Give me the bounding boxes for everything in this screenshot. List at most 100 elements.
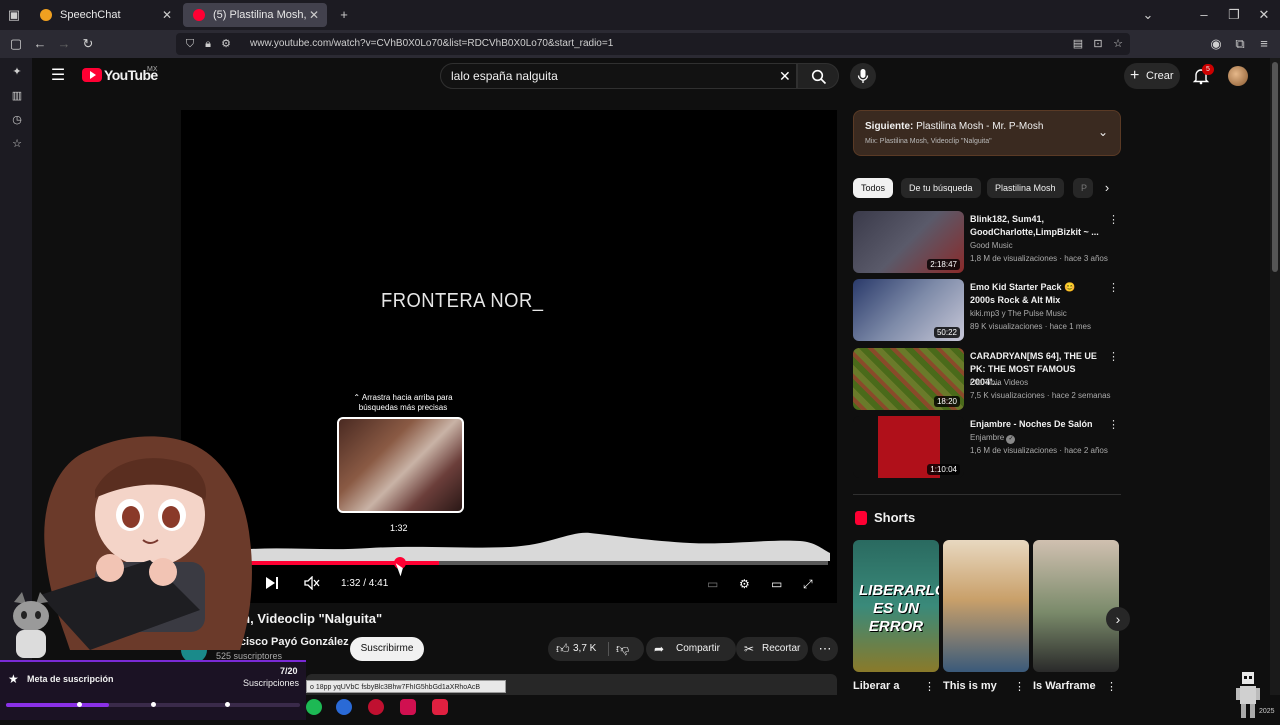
- tab-overflow-chevron-down-icon[interactable]: ⌄: [1140, 7, 1156, 23]
- more-options-icon[interactable]: ⋮: [1108, 213, 1119, 226]
- channel-name[interactable]: Enjambre ✓: [970, 433, 1016, 444]
- clip-button[interactable]: ✂ Recortar: [736, 637, 808, 661]
- app-icon[interactable]: [400, 699, 416, 715]
- subscribe-button[interactable]: Suscribirme: [350, 637, 424, 661]
- minimize-icon[interactable]: –: [1196, 7, 1212, 23]
- close-tab-icon[interactable]: ✕: [309, 3, 319, 27]
- more-actions-icon[interactable]: ⋯: [812, 637, 838, 661]
- next-video-icon[interactable]: [265, 576, 279, 594]
- settings-gear-icon[interactable]: ⚙: [739, 576, 750, 592]
- like-count[interactable]: 3,7 K: [573, 637, 596, 661]
- close-window-icon[interactable]: ✕: [1256, 7, 1272, 23]
- status-link-url: o 18pp yqUVbC fsbyBlc3Bhw7FhIG5hbGd1aXRh…: [306, 680, 506, 693]
- account-icon[interactable]: ◉: [1208, 36, 1224, 52]
- video-title[interactable]: Blink182, Sum41, GoodCharlotte,LimpBizki…: [970, 213, 1102, 239]
- chevron-right-icon[interactable]: ›: [1097, 178, 1117, 198]
- video-thumbnail[interactable]: 2:18:47: [853, 211, 964, 273]
- maximize-icon[interactable]: ❐: [1226, 7, 1242, 23]
- share-button[interactable]: ➦ Compartir: [646, 637, 736, 661]
- history-clock-icon[interactable]: ◷: [9, 112, 25, 128]
- guide-menu-icon[interactable]: ☰: [50, 68, 66, 84]
- chip-plastilina-mosh[interactable]: Plastilina Mosh: [987, 178, 1064, 198]
- reader-view-icon[interactable]: ▤: [1070, 36, 1086, 52]
- list-item[interactable]: 1:10:04 Enjambre - Noches De Salón Enjam…: [853, 416, 1121, 480]
- tab-list-icon[interactable]: ▣: [6, 7, 22, 23]
- more-options-icon[interactable]: ⋮: [1108, 350, 1119, 363]
- scrollbar-thumb[interactable]: [1272, 62, 1278, 272]
- more-options-icon[interactable]: ⋮: [1108, 418, 1119, 431]
- back-arrow-icon[interactable]: ←: [32, 36, 48, 52]
- short-thumbnail[interactable]: [943, 540, 1029, 672]
- search-input[interactable]: lalo españa nalguita ✕: [440, 63, 797, 89]
- screenshot-icon[interactable]: ⊡: [1090, 36, 1106, 52]
- fullscreen-icon[interactable]: ⤢: [803, 576, 813, 592]
- short-more-options-icon[interactable]: ⋮: [1106, 680, 1117, 693]
- lock-icon[interactable]: 🔒︎: [200, 36, 216, 52]
- channel-name[interactable]: Good Music: [970, 241, 1013, 250]
- short-title[interactable]: Is Warframe: [1033, 680, 1096, 692]
- short-thumbnail[interactable]: [1033, 540, 1119, 672]
- theater-mode-icon[interactable]: ▭: [771, 576, 782, 592]
- list-item[interactable]: 18:20 CARADRYAN[MS 64], THE UE PK: THE M…: [853, 348, 1121, 412]
- short-thumbnail[interactable]: LIBERARLO ES UN ERROR: [853, 540, 939, 672]
- avatar[interactable]: [1228, 66, 1248, 86]
- muted-volume-icon[interactable]: [304, 575, 320, 594]
- permissions-icon[interactable]: ⚙: [218, 36, 234, 52]
- video-thumbnail[interactable]: 18:20: [853, 348, 964, 410]
- short-more-options-icon[interactable]: ⋮: [924, 680, 935, 693]
- spotify-icon[interactable]: [306, 699, 322, 715]
- channel-name[interactable]: kiki.mp3 y The Pulse Music: [970, 309, 1067, 318]
- subtitles-icon[interactable]: ▭: [707, 576, 718, 592]
- app-icon[interactable]: [368, 699, 384, 715]
- shorts-next-chevron-right-icon[interactable]: ›: [1106, 607, 1130, 631]
- chip-partial[interactable]: P: [1073, 178, 1093, 198]
- list-item[interactable]: 50:22 Emo Kid Starter Pack 😊 2000s Rock …: [853, 279, 1121, 343]
- voice-search-button[interactable]: [850, 63, 876, 89]
- sidebar-toggle-icon[interactable]: ▢: [8, 36, 24, 52]
- clear-search-icon[interactable]: ✕: [779, 64, 791, 88]
- video-title[interactable]: Enjambre - Noches De Salón: [970, 418, 1102, 431]
- ai-sparkle-icon[interactable]: ✦: [9, 64, 25, 80]
- chip-de-tu-busqueda[interactable]: De tu búsqueda: [901, 178, 981, 198]
- scrollbar[interactable]: [1270, 58, 1280, 720]
- create-button[interactable]: + Crear: [1124, 63, 1180, 89]
- most-replayed-heatmap: [250, 532, 830, 561]
- menu-hamburger-icon[interactable]: ≡: [1256, 36, 1272, 52]
- search-button[interactable]: [797, 63, 839, 89]
- chip-todos[interactable]: Todos: [853, 178, 894, 198]
- short-title[interactable]: Liberar a: [853, 680, 899, 692]
- short-title[interactable]: This is my: [943, 680, 997, 692]
- sync-tabs-icon[interactable]: ▥: [9, 88, 25, 104]
- new-tab-icon[interactable]: +: [336, 7, 352, 23]
- app-icon[interactable]: [336, 699, 352, 715]
- more-options-icon[interactable]: ⋮: [1108, 281, 1119, 294]
- address-bar[interactable]: ⛉ 🔒︎ ⚙ www.youtube.com/watch?v=CVhB0X0Lo…: [176, 33, 1130, 55]
- video-thumbnail[interactable]: 1:10:04: [853, 416, 964, 478]
- browser-tab-bar: ▣ SpeechChat ✕ (5) Plastilina Mosh, Vide…: [0, 0, 1280, 30]
- app-icon[interactable]: [432, 699, 448, 715]
- thumbs-down-icon[interactable]: 👎︎: [616, 637, 629, 661]
- bookmark-star-icon[interactable]: ☆: [1110, 36, 1126, 52]
- tab-youtube-active[interactable]: (5) Plastilina Mosh, Videoclip "N ✕: [183, 3, 327, 27]
- short-more-options-icon[interactable]: ⋮: [1014, 680, 1025, 693]
- channel-name[interactable]: Old Tibia Videos: [970, 378, 1028, 387]
- close-tab-icon[interactable]: ✕: [162, 3, 172, 27]
- drag-hint-text: Arrastra hacia arriba para búsquedas más…: [358, 393, 453, 412]
- extensions-icon[interactable]: ⧉: [1232, 36, 1248, 52]
- country-code: MX: [147, 66, 158, 73]
- reload-icon[interactable]: ↻: [80, 36, 96, 52]
- progress-bar-played: [250, 561, 440, 565]
- video-thumbnail[interactable]: 50:22: [853, 279, 964, 341]
- chevron-down-icon[interactable]: ⌄: [1098, 125, 1108, 139]
- list-item[interactable]: 2:18:47 Blink182, Sum41, GoodCharlotte,L…: [853, 211, 1121, 275]
- bookmarks-star-icon[interactable]: ☆: [9, 136, 25, 152]
- tab-speechchat[interactable]: SpeechChat ✕: [30, 3, 180, 27]
- thumbs-up-icon[interactable]: 👍︎: [556, 637, 570, 661]
- video-meta: 7,5 K visualizaciones · hace 2 semanas: [970, 391, 1111, 400]
- notifications-button[interactable]: 5: [1192, 64, 1214, 85]
- up-next-panel[interactable]: Siguiente: Plastilina Mosh - Mr. P-Mosh …: [853, 110, 1121, 156]
- forward-arrow-icon[interactable]: →: [56, 36, 72, 52]
- shield-icon[interactable]: ⛉: [182, 36, 198, 52]
- video-title[interactable]: Emo Kid Starter Pack 😊 2000s Rock & Alt …: [970, 281, 1102, 307]
- youtube-logo-icon[interactable]: [82, 68, 102, 82]
